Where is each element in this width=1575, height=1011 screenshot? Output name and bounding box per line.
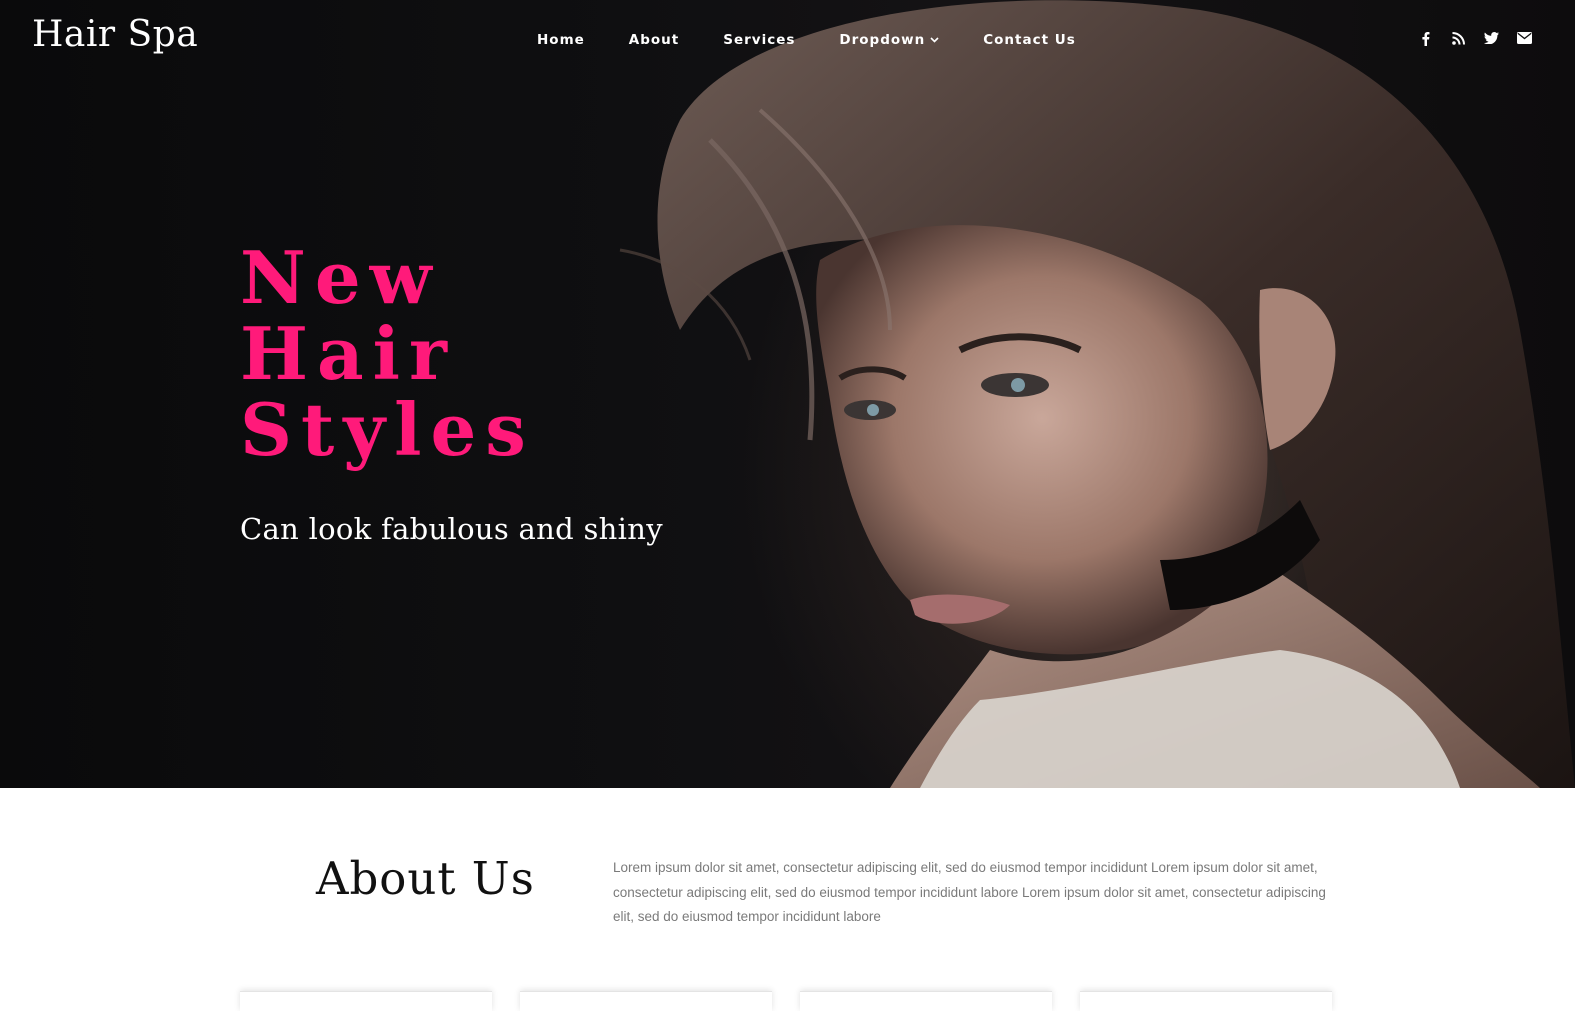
nav-item-services[interactable]: Services <box>701 28 817 52</box>
social-links <box>1416 29 1533 47</box>
hero-title-line: Hair <box>240 311 456 396</box>
about-title: About Us <box>316 852 535 905</box>
facebook-icon[interactable] <box>1416 29 1434 47</box>
twitter-icon[interactable] <box>1482 29 1500 47</box>
feature-card <box>1080 991 1332 1011</box>
nav-item-label: Contact Us <box>983 32 1076 48</box>
feature-card <box>520 991 772 1011</box>
brand-logo[interactable]: Hair Spa <box>32 14 198 55</box>
envelope-icon[interactable] <box>1515 29 1533 47</box>
hero-title-line: New <box>240 235 441 320</box>
rss-icon[interactable] <box>1449 29 1467 47</box>
nav-item-label: Services <box>723 32 796 48</box>
hero-title: New Hair Styles <box>240 240 535 468</box>
hero-banner: Hair Spa Home About Services Dropdown Co… <box>0 0 1575 788</box>
feature-card <box>800 991 1052 1011</box>
nav-item-label: About <box>628 32 680 48</box>
nav-item-dropdown[interactable]: Dropdown <box>817 28 961 52</box>
feature-card <box>240 991 492 1011</box>
hero-subtitle: Can look fabulous and shiny <box>240 512 663 546</box>
feature-cards <box>240 991 1332 1011</box>
nav-item-label: Dropdown <box>839 32 926 48</box>
nav-item-about[interactable]: About <box>607 28 701 52</box>
chevron-down-icon <box>930 35 939 46</box>
main-nav: Home About Services Dropdown Contact Us <box>515 28 1098 52</box>
about-text: Lorem ipsum dolor sit amet, consectetur … <box>613 860 1326 924</box>
hero-model-photo <box>619 0 1575 788</box>
nav-item-contact-us[interactable]: Contact Us <box>961 28 1098 52</box>
nav-item-home[interactable]: Home <box>515 28 607 52</box>
nav-item-label: Home <box>537 32 585 48</box>
hero-title-line: Styles <box>240 387 535 472</box>
